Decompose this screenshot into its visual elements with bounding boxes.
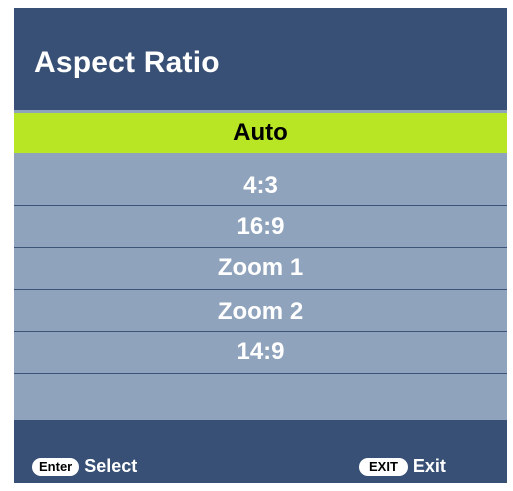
menu-title: Aspect Ratio [34,46,220,79]
menu-item-zoom-2[interactable]: Zoom 2 [14,292,507,332]
menu-item-16-9[interactable]: 16:9 [14,207,507,247]
osd-menu: Aspect Ratio Auto 4:3 16:9 Zoom 1 Zoom 2… [14,8,507,483]
menu-item-14-9[interactable]: 14:9 [14,332,507,372]
menu-item-auto[interactable]: Auto [14,113,507,153]
menu-item-zoom-1[interactable]: Zoom 1 [14,248,507,288]
enter-select-hint: Enter Select [32,456,137,477]
exit-key-badge: EXIT [359,457,408,476]
divider [14,289,507,290]
exit-hint: EXIT Exit [359,456,446,477]
divider [14,373,507,374]
menu-footer: Enter Select EXIT Exit [14,420,507,483]
select-label: Select [84,456,138,476]
divider [14,205,507,206]
menu-item-4-3[interactable]: 4:3 [14,166,507,206]
exit-label: Exit [412,456,446,476]
menu-header: Aspect Ratio [14,8,507,110]
enter-key-badge: Enter [32,457,80,476]
